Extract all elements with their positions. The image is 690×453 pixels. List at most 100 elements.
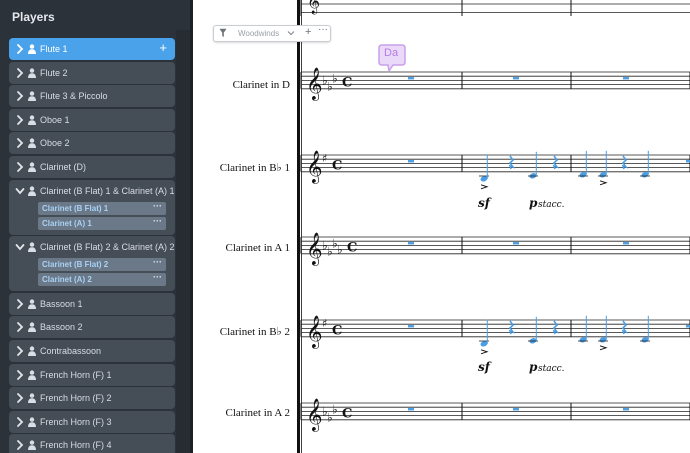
staff-label-clarinet-bflat-2[interactable]: Clarinet in B♭ 2 — [190, 325, 290, 338]
player-row[interactable]: French Horn (F) 1 — [9, 364, 175, 386]
person-icon — [28, 369, 36, 380]
system-bracket — [297, 0, 300, 453]
player-card[interactable]: Bassoon 1 — [9, 292, 175, 315]
filter-dropdown-label[interactable]: Woodwinds — [238, 29, 279, 38]
player-card[interactable]: French Horn (F) 2 — [9, 387, 175, 410]
chevron-right-icon[interactable] — [15, 67, 25, 79]
player-card[interactable]: French Horn (F) 3 — [9, 410, 175, 433]
quarter-rest — [552, 320, 560, 335]
chevron-down-icon[interactable] — [287, 28, 295, 38]
player-card[interactable]: Bassoon 2 — [9, 316, 175, 339]
person-icon — [28, 393, 36, 404]
flat-sign: ♭ — [332, 71, 338, 85]
player-row[interactable]: Clarinet (D) — [9, 156, 175, 178]
player-card[interactable]: Clarinet (D) — [9, 156, 175, 178]
chevron-right-icon[interactable] — [15, 114, 25, 126]
chevron-right-icon[interactable] — [15, 43, 25, 55]
player-card[interactable]: Clarinet (B Flat) 1 & Clarinet (A) 1 Clar… — [9, 179, 175, 235]
note-group-2 — [479, 315, 690, 355]
quarter-rest — [621, 320, 629, 335]
chevron-right-icon[interactable] — [15, 416, 25, 428]
treble-clef: 𝄞 — [306, 232, 323, 266]
time-signature: C — [347, 241, 357, 256]
instrument-more-button[interactable]: ··· — [153, 271, 162, 284]
chevron-right-icon[interactable] — [15, 137, 25, 149]
staff-1: 𝄞 ♭ ♭♭ C — [299, 67, 690, 101]
player-name: Flute 1 — [40, 44, 68, 54]
chevron-right-icon[interactable] — [15, 392, 25, 404]
person-icon — [28, 440, 36, 451]
time-signature: C — [332, 159, 342, 174]
chevron-right-icon[interactable] — [15, 439, 25, 451]
panel-scrollbar[interactable] — [176, 30, 190, 453]
player-card[interactable]: French Horn (F) 1 — [9, 363, 175, 386]
chevron-right-icon[interactable] — [15, 161, 25, 173]
chevron-right-icon[interactable] — [15, 298, 25, 310]
staff-label-clarinet-a-1[interactable]: Clarinet in A 1 — [190, 242, 290, 254]
bar-rest — [408, 325, 414, 328]
player-row[interactable]: Clarinet (B Flat) 2 & Clarinet (A) 2 — [9, 236, 175, 258]
player-row[interactable]: French Horn (F) 3 — [9, 411, 175, 433]
player-row[interactable]: French Horn (F) 2 — [9, 387, 175, 409]
instrument-item[interactable]: Clarinet (B Flat) 1 ··· — [38, 200, 166, 215]
quarter-rest — [508, 155, 516, 170]
instrument-item[interactable]: Clarinet (B Flat) 2 ··· — [38, 256, 166, 272]
player-name: French Horn (F) 1 — [40, 369, 112, 380]
dynamic-marking: sf — [478, 360, 492, 374]
person-icon — [28, 299, 36, 309]
player-card[interactable]: Flute 3 & Piccolo — [9, 85, 175, 108]
sharp-sign: ♯ — [322, 152, 327, 165]
player-card[interactable]: Oboe 1 — [9, 108, 175, 131]
chevron-right-icon[interactable] — [15, 321, 25, 333]
bar-rest — [408, 242, 414, 245]
filter-more-button[interactable]: ··· — [318, 24, 328, 35]
instrument-more-button[interactable]: ··· — [153, 200, 162, 213]
players-panel-title: Players — [12, 10, 55, 24]
dynamic-marking: stacc. — [538, 200, 565, 210]
chevron-down-icon[interactable] — [15, 185, 25, 197]
staff-label-clarinet-a-2[interactable]: Clarinet in A 2 — [190, 407, 290, 419]
player-row[interactable]: Clarinet (B Flat) 1 & Clarinet (A) 1 — [9, 180, 175, 202]
chevron-right-icon[interactable] — [15, 369, 25, 381]
player-card[interactable]: Oboe 2 — [9, 132, 175, 155]
instrument-more-button[interactable]: ··· — [153, 256, 162, 269]
player-row[interactable]: Flute 1 + — [9, 38, 175, 60]
player-name: Clarinet (D) — [40, 162, 87, 172]
chevron-right-icon[interactable] — [15, 345, 25, 357]
player-card[interactable]: French Horn (F) 4 — [9, 434, 175, 453]
player-row[interactable]: Oboe 2 — [9, 132, 175, 154]
flat-sign: ♭ — [337, 243, 343, 257]
time-signature: C — [332, 324, 342, 339]
instrument-more-button[interactable]: ··· — [153, 215, 162, 228]
layout-filter-bar[interactable]: Woodwinds + ··· — [213, 24, 331, 42]
filter-icon[interactable] — [219, 28, 227, 38]
chevron-right-icon[interactable] — [15, 90, 25, 102]
instrument-item[interactable]: Clarinet (A) 1 ··· — [38, 215, 166, 230]
score-view[interactable]: 𝄞 𝄞 ♭ ♭ ♭ C 𝄞 ♯ C 𝄞 ♭ ♭ ♭ ♭ C 𝄞 ♯ C 𝄞 ♭ ♭ ♭ Csf p stacc. sf p stacc… — [190, 0, 690, 453]
staff-label-clarinet-bflat-1[interactable]: Clarinet in B♭ 1 — [190, 161, 290, 174]
player-card[interactable]: Contrabassoon — [9, 340, 175, 362]
player-name: Flute 3 & Piccolo — [40, 91, 108, 102]
dynamic-marking: p — [529, 196, 538, 210]
bar-rest — [686, 160, 690, 163]
add-instrument-button[interactable]: + — [159, 40, 167, 55]
staff-5: 𝄞 ♭ ♭♭ C — [299, 398, 690, 432]
treble-clef: 𝄞 — [306, 398, 323, 432]
player-row[interactable]: Flute 2 — [9, 62, 175, 84]
chevron-down-icon[interactable] — [15, 241, 25, 253]
score-canvas[interactable]: 𝄞𝄞 ♭ ♭♭ C𝄞 ♯C𝄞 ♭ ♭♭ ♭ C𝄞 ♯C𝄞 ♭ ♭♭ Csf p stacc.sf p stacc… — [190, 0, 690, 453]
player-card[interactable]: Flute 1 + — [9, 38, 175, 60]
comment-bubble[interactable]: Da — [378, 44, 406, 73]
person-icon — [28, 67, 36, 78]
player-row[interactable]: Flute 3 & Piccolo — [9, 85, 175, 107]
player-row[interactable]: Contrabassoon — [9, 340, 175, 362]
player-card[interactable]: Flute 2 — [9, 61, 175, 84]
player-row[interactable]: Oboe 1 — [9, 109, 175, 131]
staff-label-clarinet-d[interactable]: Clarinet in D — [190, 79, 290, 91]
player-card[interactable]: Clarinet (B Flat) 2 & Clarinet (A) 2 Clar… — [9, 236, 175, 292]
player-row[interactable]: French Horn (F) 4 — [9, 434, 175, 453]
player-row[interactable]: Bassoon 2 — [9, 316, 175, 338]
player-row[interactable]: Bassoon 1 — [9, 293, 175, 315]
filter-add-button[interactable]: + — [305, 26, 311, 38]
instrument-item[interactable]: Clarinet (A) 2 ··· — [38, 271, 166, 287]
